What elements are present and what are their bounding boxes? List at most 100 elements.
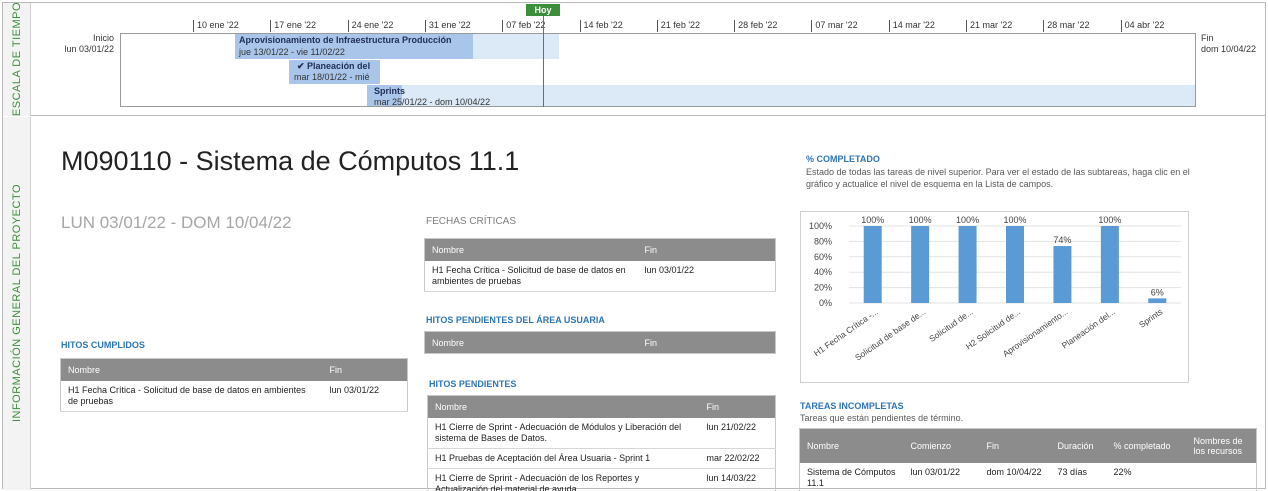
x-tick-label: Solicitud de... xyxy=(927,306,975,343)
y-tick-label: 0% xyxy=(819,298,832,308)
timeline-bar-label: ✔ Planeación del xyxy=(297,61,371,71)
column-header: Fin xyxy=(637,238,776,261)
cell-end: dom 10/04/22 xyxy=(979,462,1051,491)
column-header: % completado xyxy=(1106,428,1187,463)
project-title: M090110 - Sistema de Cómputos 11.1 xyxy=(61,146,520,176)
hitos-pendientes-table: Nombre Fin H1 Cierre de Sprint - Adecuac… xyxy=(427,395,776,491)
bar-chart[interactable]: 100%80%60%40%20%0%100%H1 Fecha Crítica -… xyxy=(801,212,1190,384)
pct-completado-description: Estado de todas las tareas de nivel supe… xyxy=(806,167,1190,189)
cell-end: lun 21/02/22 xyxy=(699,417,776,449)
table-header-row: Nombre Comienzo Fin Duración % completad… xyxy=(799,428,1257,463)
column-header: Fin xyxy=(637,331,776,354)
data-label: 74% xyxy=(1053,235,1071,245)
column-header: Nombre xyxy=(427,395,700,418)
hitos-pendientes-title: HITOS PENDIENTES xyxy=(429,379,517,389)
table-row[interactable]: Sistema de Cómputos 11.1 lun 03/01/22 do… xyxy=(799,462,1257,491)
chart-bar[interactable] xyxy=(1053,246,1072,303)
table-row[interactable]: H1 Fecha Crítica - Solicitud de base de … xyxy=(60,380,408,412)
data-label: 100% xyxy=(909,215,932,225)
column-header: Nombre xyxy=(424,331,638,354)
cell-end: lun 03/01/22 xyxy=(322,380,408,412)
table-header-row: Nombre Fin xyxy=(60,358,408,381)
timeline-tick: 14 feb '22 xyxy=(579,20,623,32)
table-row[interactable]: H1 Cierre de Sprint - Adecuación de los … xyxy=(427,468,776,491)
timeline-start: Inicio lun 03/01/22 xyxy=(64,33,114,55)
overview-side-label: INFORMACIÓN GENERAL DEL PROYECTO xyxy=(11,183,23,423)
table-header-row: Nombre Fin xyxy=(424,331,776,354)
cell-name: H1 Pruebas de Aceptación del Área Usuari… xyxy=(427,448,700,469)
y-tick-label: 80% xyxy=(814,236,832,246)
timeline-end: Fin dom 10/04/22 xyxy=(1201,33,1256,55)
hitos-usuaria-table: Nombre Fin xyxy=(424,331,776,354)
timeline-bar-dates: jue 13/01/22 - vie 11/02/22 xyxy=(239,47,345,57)
chart-bar[interactable] xyxy=(1006,226,1024,303)
timeline-bar-label: Aprovisionamiento de Infraestructura Pro… xyxy=(239,35,452,45)
hitos-cumplidos-table: Nombre Fin H1 Fecha Crítica - Solicitud … xyxy=(60,358,408,412)
chart-bar[interactable] xyxy=(1148,298,1167,303)
project-date-range: LUN 03/01/22 - DOM 10/04/22 xyxy=(61,213,292,232)
overview-side-panel: INFORMACIÓN GENERAL DEL PROYECTO xyxy=(3,117,31,490)
table-row[interactable]: H1 Pruebas de Aceptación del Área Usuari… xyxy=(427,448,776,469)
timeline-tick: 31 ene '22 xyxy=(424,20,471,32)
timeline-side-panel: ESCALA DE TIEMPO xyxy=(3,1,31,117)
timeline-tick: 28 mar '22 xyxy=(1043,20,1090,32)
cell-resources xyxy=(1186,462,1257,491)
chart-bar[interactable] xyxy=(863,226,882,303)
timeline-bar-dates: mar 25/01/22 - dom 10/04/22 xyxy=(374,97,491,107)
timeline-tick: 04 abr '22 xyxy=(1120,20,1164,32)
timeline-section: ESCALA DE TIEMPO Inicio lun 03/01/22 Fin… xyxy=(3,1,1265,117)
cell-name: Sistema de Cómputos 11.1 xyxy=(799,462,904,491)
fechas-criticas-title: FECHAS CRÍTICAS xyxy=(426,216,517,227)
pct-completado-title: % COMPLETADO xyxy=(806,154,880,164)
timeline-side-label: ESCALA DE TIEMPO xyxy=(11,1,23,117)
chart-bar[interactable] xyxy=(958,226,977,303)
tareas-incompletas-subtitle: Tareas que están pendientes de término. xyxy=(800,413,964,423)
pct-completado-chart[interactable]: 100% 80% 60% 40% 20% 0% 100% H1 Fecha Crítica -… xyxy=(800,211,1189,383)
cell-start: lun 03/01/22 xyxy=(903,462,980,491)
timeline-tick: 28 feb '22 xyxy=(734,20,777,32)
timeline-tick: 17 ene '22 xyxy=(270,20,316,32)
column-header: Fin xyxy=(322,358,408,381)
column-header: Nombre xyxy=(60,358,323,381)
data-label: 100% xyxy=(1098,215,1121,225)
column-header: Nombre xyxy=(799,428,904,463)
timeline-tick: 21 mar '22 xyxy=(966,20,1012,32)
timeline-end-date: dom 10/04/22 xyxy=(1201,44,1257,54)
timeline-tick: 14 mar '22 xyxy=(888,20,935,32)
data-label: 100% xyxy=(861,215,884,225)
column-header: Nombre xyxy=(424,238,638,261)
chart-bar[interactable] xyxy=(911,226,930,303)
column-header: Fin xyxy=(979,428,1051,463)
timeline-bar-sprints-tail xyxy=(367,85,1195,106)
timeline-bar-label: Sprints xyxy=(374,86,406,96)
cell-pct: 22% xyxy=(1106,462,1187,491)
timeline-tick: 07 mar '22 xyxy=(811,20,858,32)
timeline-tick: 21 feb '22 xyxy=(656,20,700,32)
fechas-criticas-table: Nombre Fin H1 Fecha Crítica - Solicitud … xyxy=(424,238,776,292)
timeline-tick: 24 ene '22 xyxy=(347,20,393,32)
cell-name: H1 Fecha Crítica - Solicitud de base de … xyxy=(60,380,323,412)
data-label: 6% xyxy=(1151,287,1164,297)
hitos-usuaria-title: HITOS PENDIENTES DEL ÁREA USUARIA xyxy=(426,315,605,325)
y-tick-label: 20% xyxy=(814,283,832,293)
cell-name: H1 Cierre de Sprint - Adecuación de los … xyxy=(427,468,700,491)
cell-name: H1 Cierre de Sprint - Adecuación de Módu… xyxy=(427,417,700,449)
table-header-row: Nombre Fin xyxy=(424,238,776,261)
cell-end: lun 03/01/22 xyxy=(637,260,776,292)
y-tick-label: 60% xyxy=(814,252,832,262)
timeline-bar-dates: mar 18/01/22 - mié xyxy=(294,72,370,82)
timeline-start-label: Inicio xyxy=(92,33,114,43)
data-label: 100% xyxy=(1003,215,1026,225)
column-header: Comienzo xyxy=(903,428,980,463)
cell-name: H1 Fecha Crítica - Solicitud de base de … xyxy=(424,260,638,292)
hitos-cumplidos-title: HITOS CUMPLIDOS xyxy=(61,340,145,350)
table-row[interactable]: H1 Fecha Crítica - Solicitud de base de … xyxy=(424,260,776,292)
column-header: Nombres de los recursos xyxy=(1186,428,1257,463)
table-row[interactable]: H1 Cierre de Sprint - Adecuación de Módu… xyxy=(427,417,776,449)
y-tick-label: 100% xyxy=(809,221,832,231)
timeline-start-date: lun 03/01/22 xyxy=(64,44,114,54)
timeline-tick: 10 ene '22 xyxy=(193,20,239,32)
today-line xyxy=(543,16,544,107)
timeline-bar-aprovisionamiento-tail xyxy=(473,34,559,59)
chart-bar[interactable] xyxy=(1100,226,1119,303)
